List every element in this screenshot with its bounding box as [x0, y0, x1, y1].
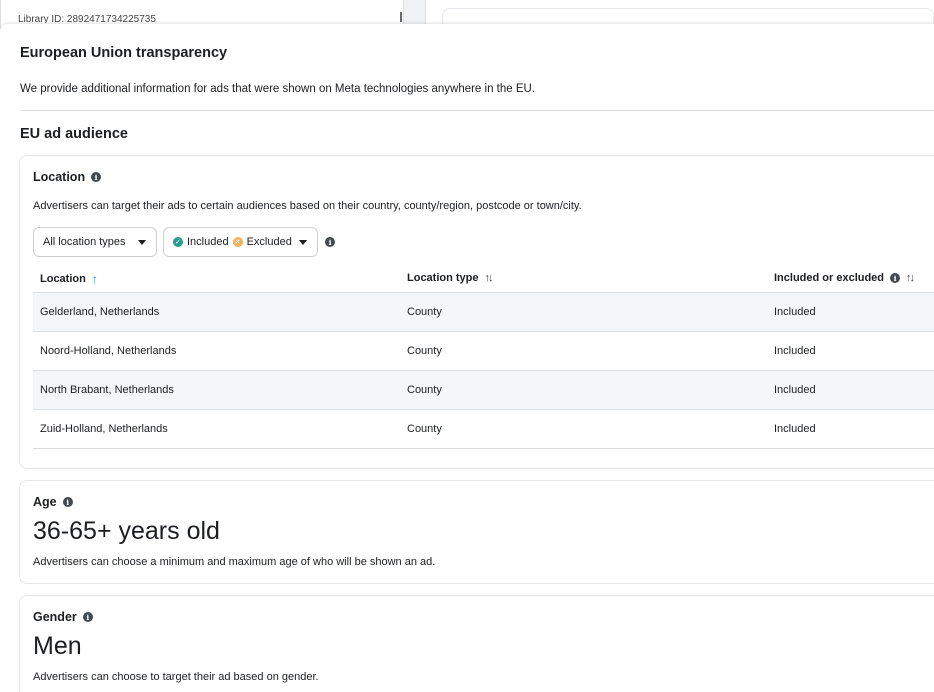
- included-excluded-dropdown[interactable]: ✓ Included ✕ Excluded: [163, 227, 318, 257]
- cell-status: Included: [774, 306, 816, 318]
- arrow-up-icon: ↑: [91, 272, 98, 286]
- info-icon[interactable]: i: [325, 237, 335, 247]
- table-row: Zuid-Holland, Netherlands County Include…: [33, 410, 934, 449]
- gender-card: Gender i Men Advertisers can choose to t…: [19, 595, 934, 692]
- cell-type: County: [407, 345, 442, 357]
- cell-status: Included: [774, 384, 816, 396]
- column-label: Location: [40, 273, 86, 285]
- location-card: Location i Advertisers can target their …: [19, 155, 934, 469]
- table-header: Location ↑ Location type ↑↓ Included or …: [33, 263, 934, 293]
- age-card: Age i 36-65+ years old Advertisers can c…: [19, 480, 934, 584]
- gender-title-row: Gender i: [33, 610, 93, 624]
- sort-icon: ↑↓: [906, 272, 915, 284]
- location-type-label: All location types: [43, 236, 126, 248]
- info-icon[interactable]: i: [890, 273, 901, 283]
- column-label: Location type: [407, 272, 479, 284]
- cell-type: County: [407, 423, 442, 435]
- caret-down-icon: [299, 239, 307, 245]
- excluded-label: Excluded: [246, 236, 292, 248]
- cell-type: County: [407, 306, 442, 318]
- cell-location: Gelderland, Netherlands: [40, 306, 160, 318]
- divider: [20, 110, 934, 111]
- check-circle-icon: ✓: [173, 237, 183, 247]
- table-row: Noord-Holland, Netherlands County Includ…: [33, 332, 934, 371]
- table-row: North Brabant, Netherlands County Includ…: [33, 371, 934, 410]
- cell-type: County: [407, 384, 442, 396]
- audience-title: EU ad audience: [20, 126, 128, 142]
- caret-down-icon: [138, 239, 146, 245]
- column-header-location[interactable]: Location ↑: [40, 272, 98, 286]
- section-title: European Union transparency: [20, 45, 228, 61]
- cell-location: Noord-Holland, Netherlands: [40, 345, 177, 357]
- info-icon[interactable]: i: [91, 172, 102, 182]
- x-circle-icon: ✕: [232, 237, 243, 247]
- cell-status: Included: [774, 423, 816, 435]
- scroll-indicator: [400, 12, 402, 22]
- location-description: Advertisers can target their ads to cert…: [33, 200, 582, 212]
- cell-location: North Brabant, Netherlands: [40, 384, 174, 396]
- location-title-row: Location i: [33, 170, 102, 184]
- gender-description: Advertisers can choose to target their a…: [33, 671, 319, 683]
- sort-icon: ↑↓: [484, 272, 494, 284]
- column-header-included-excluded[interactable]: Included or excluded i ↑↓: [774, 272, 915, 284]
- column-label: Included or excluded: [774, 272, 885, 284]
- age-value: 36-65+ years old: [33, 517, 220, 545]
- library-id: Library ID: 2892471734225735: [18, 14, 156, 23]
- section-description: We provide additional information for ad…: [20, 83, 536, 95]
- cell-status: Included: [774, 345, 816, 357]
- age-title-row: Age i: [33, 495, 73, 509]
- location-title: Location: [33, 170, 86, 184]
- included-label: Included: [187, 236, 229, 248]
- age-title: Age: [33, 495, 57, 509]
- eu-transparency-panel: European Union transparency We provide a…: [0, 24, 934, 692]
- gender-value: Men: [33, 632, 82, 660]
- age-description: Advertisers can choose a minimum and max…: [33, 556, 436, 568]
- info-icon[interactable]: i: [62, 497, 73, 507]
- cell-location: Zuid-Holland, Netherlands: [40, 423, 168, 435]
- info-icon[interactable]: i: [82, 612, 93, 622]
- gender-title: Gender: [33, 610, 77, 624]
- column-header-location-type[interactable]: Location type ↑↓: [407, 272, 494, 284]
- table-row: Gelderland, Netherlands County Included: [33, 293, 934, 332]
- location-type-dropdown[interactable]: All location types: [33, 227, 157, 257]
